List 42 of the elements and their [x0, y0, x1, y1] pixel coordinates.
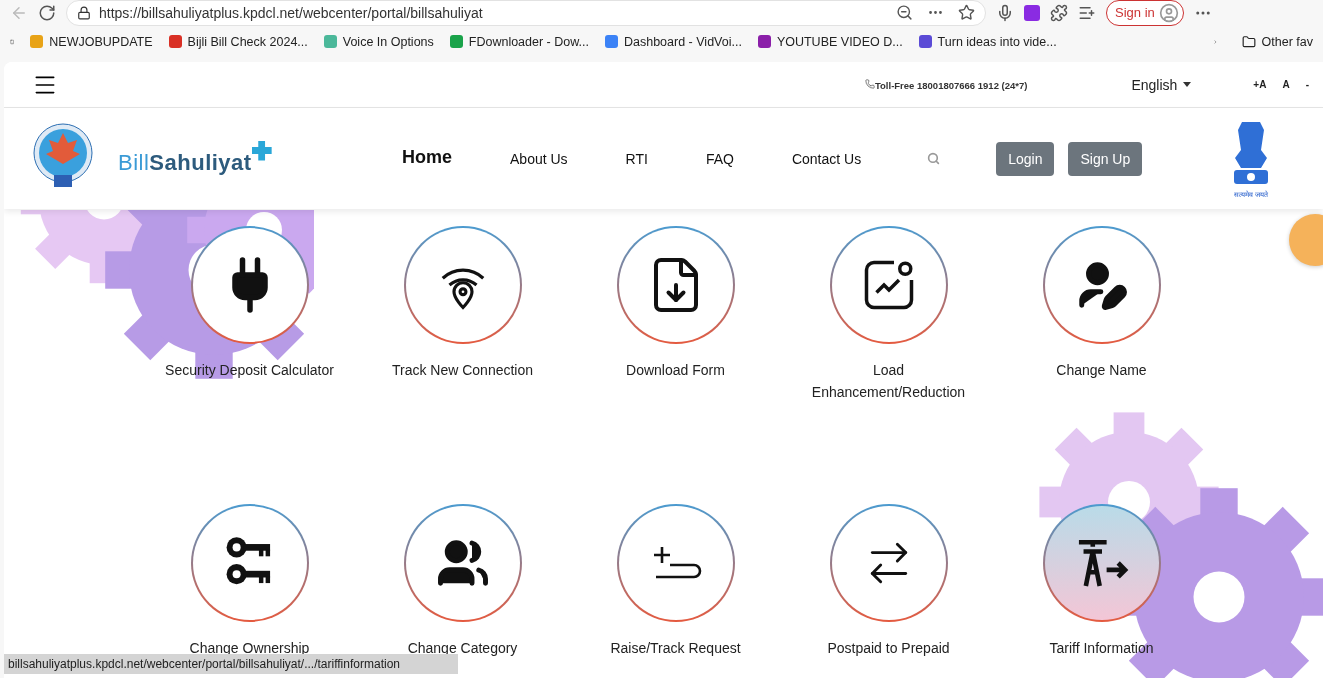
font-size-button[interactable]: +A	[1245, 79, 1275, 90]
sign-up-button[interactable]: Sign Up	[1068, 141, 1143, 176]
extension-icon[interactable]	[1024, 4, 1040, 21]
search-icon[interactable]	[927, 152, 941, 165]
language-dropdown[interactable]: English	[1131, 76, 1192, 93]
bookmark-label: Voice In Options	[342, 34, 434, 49]
toll-free-text: Toll-Free 18001807666 1912 (24*7)	[864, 78, 1028, 91]
nav-link[interactable]: RTI	[625, 150, 648, 167]
bookmark[interactable]: NEWJOBUPDATE	[30, 34, 153, 49]
font-size-button[interactable]: -	[1297, 79, 1317, 90]
bookmark[interactable]: Voice In Options	[323, 34, 434, 49]
status-bar: billsahuliyatplus.kpdcl.net/webcenter/portal/billsahuliyat/.../tariffinformation	[4, 654, 458, 674]
service-label: Postpaid to Prepaid	[826, 639, 951, 658]
service-label: Change Name	[1055, 361, 1148, 380]
service-label: Track New Connection	[390, 361, 535, 380]
zoom-out-icon[interactable]	[896, 4, 913, 21]
service-label: Tariff Information	[1048, 639, 1155, 658]
reload-icon[interactable]	[38, 3, 56, 22]
bookmark-label: NEWJOBUPDATE	[49, 34, 153, 49]
sign-in-button[interactable]: Sign in	[1106, 0, 1184, 26]
extensions-icon[interactable]	[1050, 3, 1068, 22]
phone-icon	[864, 78, 875, 89]
favorite-star-icon[interactable]	[958, 4, 975, 21]
bookmark-label: Other fav	[1261, 34, 1313, 49]
nav-link[interactable]: FAQ	[705, 150, 734, 167]
folder-icon	[1241, 34, 1256, 49]
brand-name: BillSahuliyat	[118, 148, 252, 177]
service-label: Load Enhancement/Reduction	[810, 361, 967, 402]
service-label: Security Deposit Calculator	[164, 361, 335, 380]
mic-icon[interactable]	[996, 3, 1014, 22]
service-label: Download Form	[625, 361, 726, 380]
address-field[interactable]: https://billsahuliyatplus.kpdcl.net/webcenter/portal/billsahuliyat	[66, 0, 986, 26]
nav-link[interactable]: Contact Us	[791, 150, 862, 167]
url-text: https://billsahuliyatplus.kpdcl.net/webcenter/portal/billsahuliyat	[99, 4, 483, 21]
login-button[interactable]: Login	[996, 141, 1055, 176]
nav-link[interactable]: About Us	[510, 150, 568, 167]
nav-link[interactable]: Home	[402, 146, 452, 168]
lock-icon	[77, 5, 91, 20]
font-size-button[interactable]: A	[1274, 79, 1298, 90]
avatar-icon	[1158, 2, 1179, 23]
service-label: Raise/Track Request	[609, 639, 742, 658]
bookmark-folder[interactable]: Other fav	[1241, 34, 1313, 49]
